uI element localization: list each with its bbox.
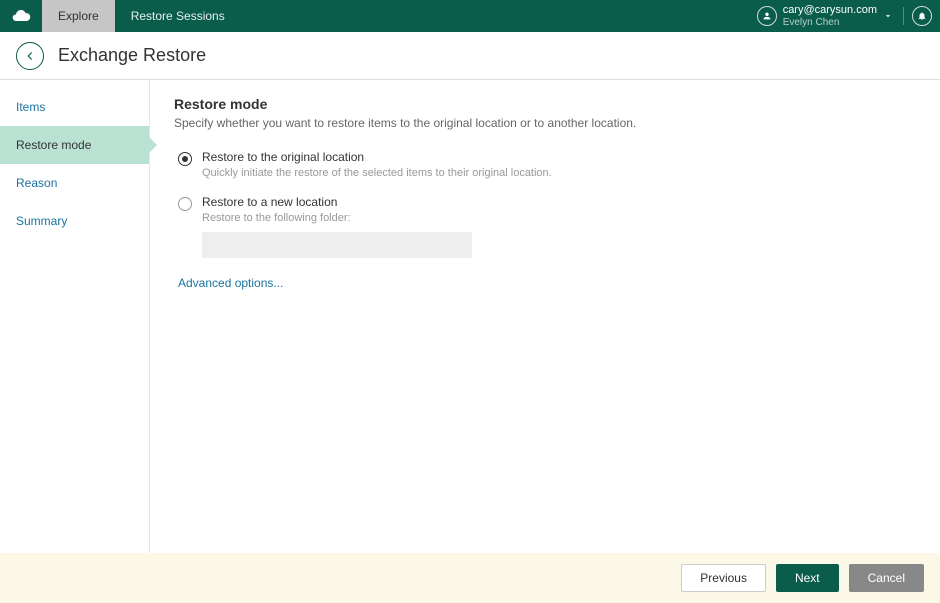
cloud-icon [11,6,31,26]
tab-label: Explore [58,9,99,23]
page-title: Exchange Restore [58,45,206,66]
back-button[interactable] [16,42,44,70]
user-menu[interactable]: cary@carysun.com Evelyn Chen [747,0,903,32]
radio-restore-new-location[interactable] [178,197,192,211]
option-label: Restore to the original location [202,150,552,164]
sidebar-step-summary[interactable]: Summary [0,202,149,240]
option-hint: Restore to the following folder: [202,212,472,224]
wizard-footer: Previous Next Cancel [0,553,940,603]
notifications-button[interactable] [904,0,940,32]
next-button[interactable]: Next [776,564,839,592]
page-header: Exchange Restore [0,32,940,80]
wizard-sidebar: Items Restore mode Reason Summary [0,80,150,553]
restore-folder-input[interactable] [202,232,472,258]
user-email: cary@carysun.com [783,4,877,16]
chevron-down-icon [883,11,893,21]
radio-restore-original[interactable] [178,152,192,166]
arrow-left-icon [23,49,37,63]
option-hint: Quickly initiate the restore of the sele… [202,167,552,179]
user-display-name: Evelyn Chen [783,17,877,28]
topbar: Explore Restore Sessions cary@carysun.co… [0,0,940,32]
user-icon [757,6,777,26]
step-label: Items [16,100,45,114]
section-heading: Restore mode [174,96,916,112]
section-description: Specify whether you want to restore item… [174,116,916,130]
bell-icon [912,6,932,26]
step-label: Reason [16,176,57,190]
sidebar-step-restore-mode[interactable]: Restore mode [0,126,149,164]
previous-button[interactable]: Previous [681,564,766,592]
sidebar-step-items[interactable]: Items [0,88,149,126]
tab-label: Restore Sessions [131,9,225,23]
cancel-button[interactable]: Cancel [849,564,924,592]
advanced-options-link[interactable]: Advanced options... [178,276,283,290]
sidebar-step-reason[interactable]: Reason [0,164,149,202]
option-label: Restore to a new location [202,195,472,209]
option-restore-original[interactable]: Restore to the original location Quickly… [174,150,916,179]
tab-restore-sessions[interactable]: Restore Sessions [115,0,241,32]
app-logo [0,0,42,32]
step-label: Restore mode [16,138,91,152]
tab-explore[interactable]: Explore [42,0,115,32]
step-label: Summary [16,214,67,228]
option-restore-new-location[interactable]: Restore to a new location Restore to the… [174,195,916,258]
main-panel: Restore mode Specify whether you want to… [150,80,940,553]
